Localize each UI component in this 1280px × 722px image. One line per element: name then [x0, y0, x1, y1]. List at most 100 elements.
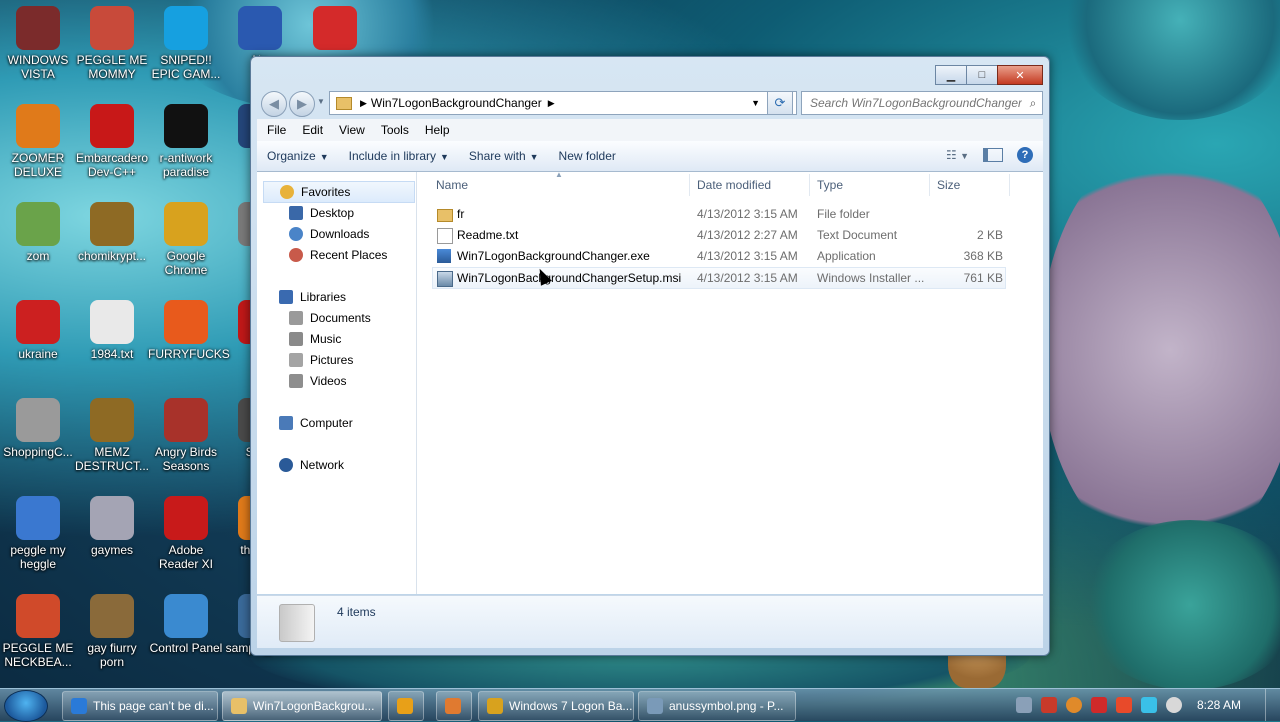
desktop-shortcut[interactable]: peggle my heggle [0, 496, 76, 571]
desktop-shortcut[interactable]: Angry Birds Seasons [148, 398, 224, 473]
search-box[interactable]: ⌕ [801, 91, 1043, 115]
shortcut-label: FURRYFUCKS [148, 347, 230, 361]
show-desktop-button[interactable] [1265, 689, 1280, 721]
desktop-shortcut[interactable]: zom [0, 202, 76, 263]
menu-edit[interactable]: Edit [296, 123, 329, 137]
desktop-shortcut[interactable]: WINDOWS VISTA [0, 6, 76, 81]
recent-pages-chevron-icon[interactable]: ▼ [317, 97, 325, 106]
menu-file[interactable]: File [261, 123, 292, 137]
nav-downloads[interactable]: Downloads [289, 224, 369, 244]
breadcrumb-arrow-icon[interactable]: ▶ [548, 98, 555, 109]
preview-pane-icon[interactable] [983, 148, 1003, 162]
tray-icon[interactable] [1040, 697, 1057, 713]
column-divider[interactable] [929, 174, 930, 196]
desktop-shortcut[interactable]: FURRYFUCKS [148, 300, 230, 361]
share-with-button[interactable]: Share with ▼ [459, 149, 549, 163]
desktop-shortcut[interactable]: PEGGLE ME MOMMY [74, 6, 150, 81]
taskbar-button[interactable]: anussymbol.png - P... [638, 691, 796, 721]
forward-button[interactable]: ▶ [289, 91, 315, 117]
shortcut-label: 1984.txt [90, 347, 134, 361]
file-row[interactable]: fr 4/13/2012 3:15 AM File folder [433, 204, 1005, 224]
nav-desktop[interactable]: Desktop [289, 203, 354, 223]
view-options-icon[interactable]: ☷ ▼ [946, 148, 969, 162]
desktop-shortcut[interactable]: ZOOMER DELUXE [0, 104, 76, 179]
start-button[interactable] [4, 690, 48, 722]
taskbar-button[interactable]: This page can’t be di... [62, 691, 218, 721]
nav-recent-places[interactable]: Recent Places [289, 245, 387, 265]
menu-help[interactable]: Help [419, 123, 456, 137]
desktop-shortcut[interactable]: ukraine [0, 300, 76, 361]
column-date-modified[interactable]: Date modified [697, 178, 771, 192]
shortcut-icon [16, 496, 60, 540]
menu-view[interactable]: View [333, 123, 371, 137]
command-bar: Organize ▼ Include in library ▼ Share with… [257, 141, 1043, 172]
column-type[interactable]: Type [817, 178, 843, 192]
nav-favorites[interactable]: Favorites [263, 181, 415, 203]
desktop-shortcut[interactable]: Control Panel [148, 594, 224, 655]
search-input[interactable] [808, 95, 1024, 111]
breadcrumb-item[interactable]: Win7LogonBackgroundChanger [371, 96, 542, 110]
address-dropdown-icon[interactable]: ▼ [751, 98, 760, 108]
tray-icon[interactable] [1165, 697, 1182, 713]
nav-music[interactable]: Music [289, 329, 341, 349]
help-icon[interactable]: ? [1017, 147, 1033, 163]
nav-computer[interactable]: Computer [279, 413, 353, 433]
clock[interactable]: 8:28 AM [1197, 698, 1241, 712]
file-size: 761 KB [963, 271, 1003, 285]
refresh-button[interactable]: ⟳ [767, 91, 793, 115]
breadcrumb-arrow-icon[interactable]: ▶ [360, 98, 367, 109]
tray-icon[interactable] [1115, 697, 1132, 713]
column-divider[interactable] [1009, 174, 1010, 196]
column-divider[interactable] [689, 174, 690, 196]
nav-documents[interactable]: Documents [289, 308, 371, 328]
nav-network[interactable]: Network [279, 455, 344, 475]
search-icon[interactable]: ⌕ [1024, 96, 1042, 111]
wallpaper-shape [1060, 0, 1280, 120]
nav-videos[interactable]: Videos [289, 371, 346, 391]
desktop-shortcut[interactable]: MEMZ DESTRUCT... [74, 398, 150, 473]
tray-icon[interactable] [1140, 697, 1157, 713]
new-folder-button[interactable]: New folder [549, 149, 626, 163]
desktop-shortcut[interactable]: Embarcadero Dev-C++ [74, 104, 150, 179]
desktop-shortcut[interactable]: SNIPED!! EPIC GAM... [148, 6, 224, 81]
msi-file-icon [437, 271, 453, 287]
tray-icon[interactable] [1090, 697, 1107, 713]
menu-tools[interactable]: Tools [375, 123, 415, 137]
shortcut-icon [164, 496, 208, 540]
desktop-shortcut[interactable] [297, 6, 373, 53]
explorer-window[interactable]: ▁ □ ✕ ◀ ▶ ▼ ▶ Win7LogonBackgroundChanger… [250, 56, 1050, 656]
column-headers: Name ▲ Date modified Type Size [417, 170, 1043, 198]
organize-button[interactable]: Organize ▼ [257, 149, 339, 163]
nav-label: Downloads [310, 227, 370, 241]
desktop-shortcut[interactable]: 1984.txt [74, 300, 150, 361]
desktop-shortcut[interactable]: gaymes [74, 496, 150, 557]
file-row[interactable]: Readme.txt 4/13/2012 2:27 AM Text Document… [433, 225, 1005, 245]
column-name[interactable]: Name [436, 178, 468, 192]
taskbar-button[interactable] [436, 691, 472, 721]
desktop-shortcut[interactable]: PEGGLE ME NECKBEA... [0, 594, 76, 669]
desktop-shortcut[interactable]: Google Chrome [148, 202, 224, 277]
file-row[interactable]: Win7LogonBackgroundChangerSetup.msi 4/13/… [432, 267, 1006, 289]
nav-libraries[interactable]: Libraries [279, 287, 346, 307]
include-in-library-button[interactable]: Include in library ▼ [339, 149, 459, 163]
column-divider[interactable] [809, 174, 810, 196]
nav-pictures[interactable]: Pictures [289, 350, 353, 370]
desktop-shortcut[interactable]: gay fiurry porn [74, 594, 150, 669]
file-row[interactable]: Win7LogonBackgroundChanger.exe 4/13/2012 … [433, 246, 1005, 266]
maximize-button[interactable]: □ [966, 65, 998, 85]
desktop-shortcut[interactable]: chomikrypt... [74, 202, 150, 263]
desktop-shortcut[interactable]: Adobe Reader XI [148, 496, 224, 571]
address-bar[interactable]: ▶ Win7LogonBackgroundChanger ▶ ▼ [329, 91, 797, 115]
taskbar-button[interactable]: Win7LogonBackgrou... [222, 691, 382, 721]
taskbar-button[interactable]: Windows 7 Logon Ba... [478, 691, 634, 721]
taskbar-button[interactable] [388, 691, 424, 721]
minimize-button[interactable]: ▁ [935, 65, 967, 85]
shortcut-label: r-antiwork paradise [159, 151, 213, 179]
column-size[interactable]: Size [937, 178, 960, 192]
desktop-shortcut[interactable]: ShoppingC... [0, 398, 76, 459]
close-button[interactable]: ✕ [997, 65, 1043, 85]
back-button[interactable]: ◀ [261, 91, 287, 117]
tray-icon[interactable] [1065, 697, 1082, 713]
desktop-shortcut[interactable]: r-antiwork paradise [148, 104, 224, 179]
tray-icon[interactable] [1015, 697, 1032, 713]
